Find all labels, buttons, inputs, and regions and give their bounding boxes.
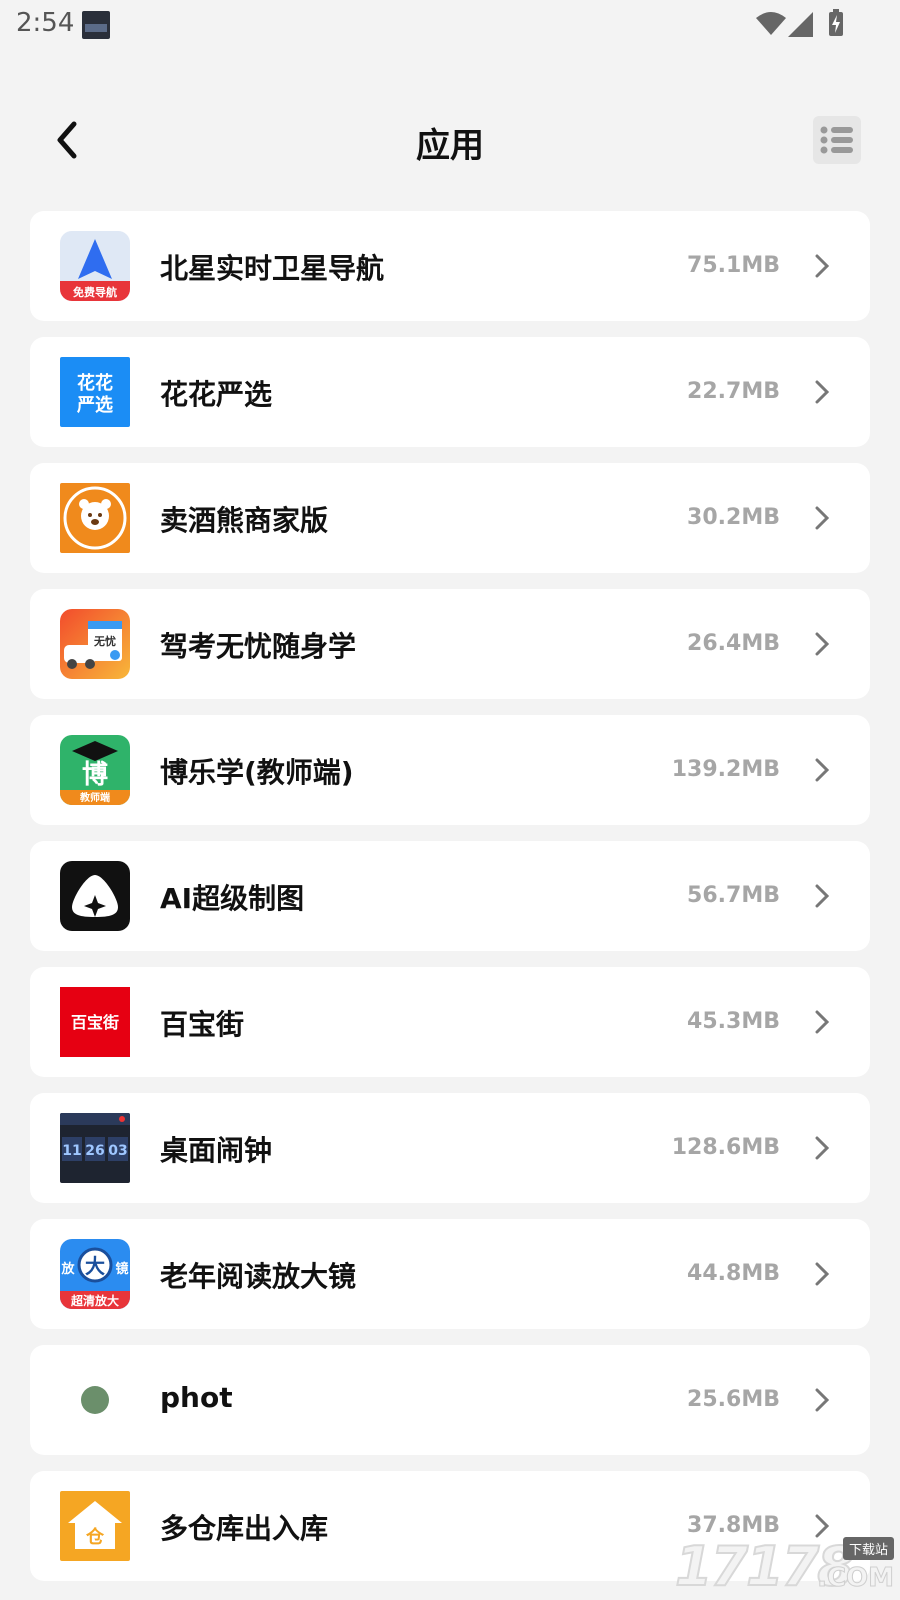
- app-row[interactable]: phot 25.6MB: [30, 1345, 870, 1455]
- status-time: 2:54: [16, 8, 75, 38]
- app-name: 花花严选: [160, 378, 273, 411]
- svg-text:百宝街: 百宝街: [71, 1013, 119, 1032]
- page-title: 应用: [416, 126, 484, 166]
- signal-icon: [788, 12, 813, 37]
- app-name: phot: [160, 1381, 233, 1414]
- svg-text:03: 03: [108, 1143, 127, 1159]
- watermark-suffix: .COM: [817, 1563, 895, 1594]
- battery-charging-icon: [829, 9, 843, 36]
- magnifier-app-icon: 大 放 镜 超清放大: [60, 1239, 130, 1309]
- chevron-right-icon: [815, 1388, 830, 1412]
- car-calendar-icon: 无忧: [60, 609, 130, 679]
- app-size: 26.4MB: [687, 631, 780, 656]
- app-size: 56.7MB: [687, 883, 780, 908]
- app-name: AI超级制图: [160, 882, 305, 915]
- app-size: 45.3MB: [687, 1009, 780, 1034]
- huahua-app-icon: 花花 严选: [60, 357, 130, 427]
- app-row[interactable]: 免费导航 北星实时卫星导航 75.1MB: [30, 211, 870, 321]
- list-icon: [820, 126, 853, 154]
- app-size: 30.2MB: [687, 505, 780, 530]
- app-row[interactable]: 无忧 驾考无忧随身学 26.4MB: [30, 589, 870, 699]
- header: 应用: [0, 100, 900, 180]
- app-size: 75.1MB: [687, 253, 780, 278]
- dot-icon: [60, 1365, 130, 1435]
- chevron-right-icon: [815, 254, 830, 278]
- baibaojie-app-icon: 百宝街: [60, 987, 130, 1057]
- bear-app-icon: [60, 483, 130, 553]
- app-size: 22.7MB: [687, 379, 780, 404]
- svg-text:放: 放: [60, 1261, 75, 1277]
- chevron-right-icon: [815, 758, 830, 782]
- chevron-right-icon: [815, 380, 830, 404]
- svg-text:花花: 花花: [77, 372, 113, 394]
- app-name: 北星实时卫星导航: [160, 252, 385, 285]
- chevron-right-icon: [815, 884, 830, 908]
- svg-text:免费导航: 免费导航: [73, 285, 117, 299]
- app-row[interactable]: 花花 严选 花花严选 22.7MB: [30, 337, 870, 447]
- app-name: 百宝街: [160, 1008, 245, 1041]
- app-list: 免费导航 北星实时卫星导航 75.1MB 花花 严选 花花严选 22.7MB 卖…: [30, 211, 870, 1597]
- app-row[interactable]: 大 放 镜 超清放大 老年阅读放大镜 44.8MB: [30, 1219, 870, 1329]
- svg-text:博: 博: [82, 760, 108, 790]
- svg-text:26: 26: [85, 1143, 104, 1159]
- svg-text:无忧: 无忧: [93, 634, 116, 648]
- svg-text:大: 大: [85, 1254, 105, 1278]
- app-name: 博乐学(教师端): [160, 756, 354, 789]
- watermark-logo: 17178 下载站 .COM: [674, 1534, 900, 1600]
- app-name: 老年阅读放大镜: [160, 1260, 357, 1293]
- app-row[interactable]: 博 教师端 博乐学(教师端) 139.2MB: [30, 715, 870, 825]
- app-size: 139.2MB: [671, 757, 780, 782]
- wifi-icon: [756, 12, 786, 35]
- chevron-right-icon: [815, 1010, 830, 1034]
- app-row[interactable]: AI超级制图 56.7MB: [30, 841, 870, 951]
- status-bar: 2:54: [0, 0, 900, 50]
- watermark-tag: 下载站: [842, 1537, 894, 1560]
- chevron-right-icon: [815, 1136, 830, 1160]
- ai-spark-icon: [60, 861, 130, 931]
- app-name: 卖酒熊商家版: [160, 504, 329, 537]
- navigation-arrow-icon: 免费导航: [60, 231, 130, 301]
- app-size: 128.6MB: [671, 1135, 780, 1160]
- app-name: 驾考无忧随身学: [160, 630, 357, 663]
- svg-text:超清放大: 超清放大: [70, 1293, 119, 1308]
- app-name: 桌面闹钟: [160, 1134, 273, 1167]
- app-row[interactable]: 11 26 03 桌面闹钟 128.6MB: [30, 1093, 870, 1203]
- list-view-button[interactable]: [813, 116, 861, 164]
- warehouse-icon: 仓: [60, 1491, 130, 1561]
- chevron-right-icon: [815, 632, 830, 656]
- app-row[interactable]: 百宝街 百宝街 45.3MB: [30, 967, 870, 1077]
- svg-text:仓: 仓: [85, 1526, 105, 1548]
- graduation-cap-icon: 博 教师端: [60, 735, 130, 805]
- clock-widget-icon: [82, 11, 110, 39]
- svg-text:11: 11: [62, 1143, 81, 1159]
- svg-text:镜: 镜: [115, 1261, 128, 1277]
- flip-clock-icon: 11 26 03: [60, 1113, 130, 1183]
- svg-text:教师端: 教师端: [79, 791, 110, 804]
- app-size: 44.8MB: [687, 1261, 780, 1286]
- app-size: 25.6MB: [687, 1387, 780, 1412]
- app-row[interactable]: 卖酒熊商家版 30.2MB: [30, 463, 870, 573]
- app-name: 多仓库出入库: [160, 1512, 329, 1545]
- chevron-right-icon: [815, 1262, 830, 1286]
- svg-text:严选: 严选: [77, 395, 113, 416]
- chevron-right-icon: [815, 506, 830, 530]
